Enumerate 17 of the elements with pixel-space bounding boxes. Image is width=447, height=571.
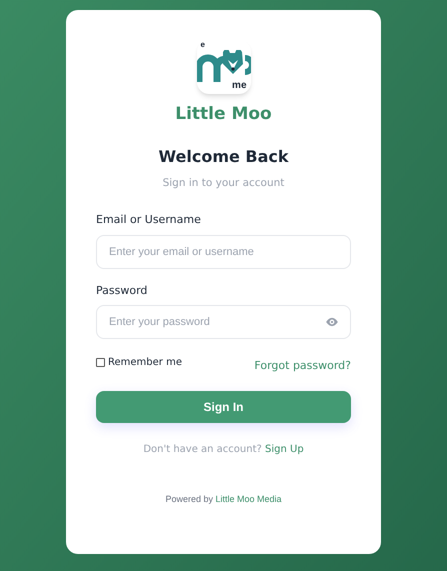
sign-up-link[interactable]: Sign Up bbox=[265, 444, 304, 454]
brand-name: Little Moo bbox=[175, 104, 272, 126]
remember-checkbox[interactable] bbox=[96, 358, 105, 367]
checkbox-label: Remember me bbox=[108, 356, 182, 370]
forgot-password-link[interactable]: Forgot password? bbox=[254, 358, 351, 374]
password-field[interactable]: Enter your password bbox=[96, 305, 351, 339]
subtitle: Sign in to your account bbox=[162, 176, 284, 192]
signup-prompt: Don't have an account? Sign Up bbox=[143, 442, 304, 456]
logo-text: e bbox=[200, 41, 205, 49]
field-label: Password bbox=[96, 282, 148, 298]
company-link[interactable]: Little Moo Media bbox=[216, 494, 282, 504]
logo-text: me bbox=[232, 81, 246, 91]
input-field[interactable]: Enter your email or username bbox=[96, 234, 351, 268]
sign-in-button[interactable]: Sign In bbox=[96, 390, 351, 422]
field-label: Email or Username bbox=[96, 212, 202, 228]
footer-text: Powered by Little Moo Media bbox=[165, 492, 282, 506]
page-heading: Welcome Back bbox=[158, 147, 289, 168]
